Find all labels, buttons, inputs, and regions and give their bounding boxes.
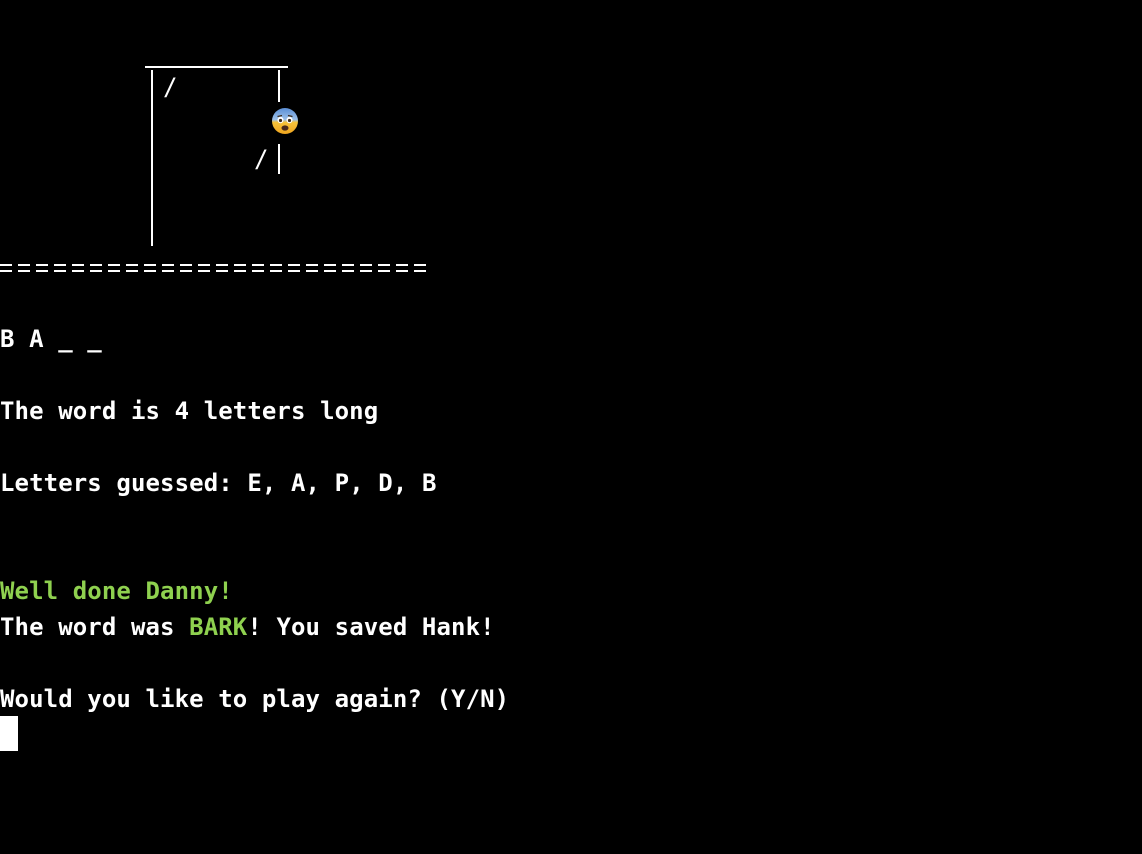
terminal-input-cursor[interactable] (0, 716, 18, 751)
gallows-post (151, 70, 153, 246)
word-length-text: The word is 4 letters long (0, 397, 379, 425)
win-message: Well done Danny! (0, 577, 233, 605)
gallows-brace: / (163, 73, 178, 101)
hangman-gallows: / / (0, 0, 460, 290)
gallows-beam (145, 66, 288, 68)
terminal-window: / / B A _ _ The word is 4 letters long L… (0, 0, 1142, 854)
hangman-left-arm: / (254, 145, 269, 173)
hangman-body (278, 144, 280, 174)
gallows-rope (278, 70, 280, 102)
answer-word: BARK (189, 613, 248, 641)
play-again-prompt: Would you like to play again? (Y/N) (0, 685, 510, 713)
guessed-letters-line: Letters guessed: E, A, P, D, B (0, 468, 437, 498)
word-progress: B A _ _ (0, 325, 102, 353)
result-prefix: The word was (0, 613, 190, 641)
guessed-letters: E, A, P, D, B (247, 469, 437, 497)
result-line: The word was BARK! You saved Hank! (0, 612, 495, 642)
gallows-ground (0, 264, 432, 272)
fearful-face-icon (272, 108, 298, 134)
guessed-label: Letters guessed: (0, 469, 233, 497)
result-suffix: ! You saved Hank! (247, 613, 495, 641)
